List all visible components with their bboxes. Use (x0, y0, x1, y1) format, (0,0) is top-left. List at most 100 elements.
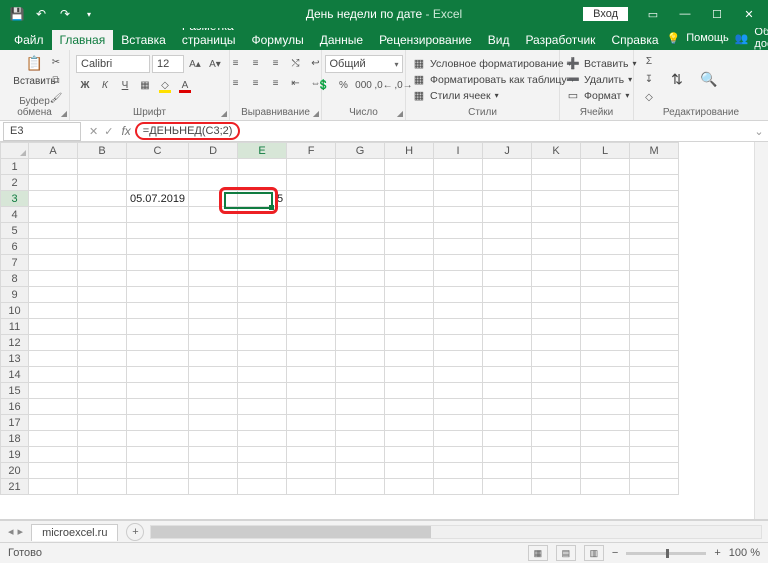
cell-G3[interactable] (336, 191, 385, 207)
row-header-14[interactable]: 14 (1, 367, 29, 383)
indent-dec-icon[interactable]: ⇤ (287, 75, 305, 91)
accounting-icon[interactable]: 💲 (315, 77, 333, 93)
cell-M7[interactable] (630, 255, 679, 271)
cell-M3[interactable] (630, 191, 679, 207)
cell-B2[interactable] (78, 175, 127, 191)
cell-C20[interactable] (127, 463, 189, 479)
column-header-M[interactable]: M (630, 143, 679, 159)
increase-decimal-icon[interactable]: ,0← (375, 77, 393, 93)
cell-L11[interactable] (581, 319, 630, 335)
format-as-table-button[interactable]: ▦Форматировать как таблицу▾ (412, 73, 575, 87)
cell-E11[interactable] (238, 319, 287, 335)
redo-icon[interactable]: ↷ (56, 5, 74, 23)
underline-icon[interactable]: Ч (116, 77, 134, 93)
cell-J14[interactable] (483, 367, 532, 383)
cell-L14[interactable] (581, 367, 630, 383)
cell-B8[interactable] (78, 271, 127, 287)
cell-L1[interactable] (581, 159, 630, 175)
cell-A20[interactable] (29, 463, 78, 479)
vertical-scrollbar[interactable] (754, 142, 768, 519)
tab-developer[interactable]: Разработчик (517, 30, 603, 50)
cell-K7[interactable] (532, 255, 581, 271)
cell-L20[interactable] (581, 463, 630, 479)
align-top-icon[interactable]: ≡ (227, 55, 245, 71)
cell-C6[interactable] (127, 239, 189, 255)
cell-J1[interactable] (483, 159, 532, 175)
cell-E15[interactable] (238, 383, 287, 399)
row-header-17[interactable]: 17 (1, 415, 29, 431)
cell-B19[interactable] (78, 447, 127, 463)
cell-G9[interactable] (336, 287, 385, 303)
cell-D5[interactable] (189, 223, 238, 239)
cell-E18[interactable] (238, 431, 287, 447)
cell-M20[interactable] (630, 463, 679, 479)
percent-icon[interactable]: % (335, 77, 353, 93)
save-icon[interactable]: 💾 (8, 5, 26, 23)
cell-A21[interactable] (29, 479, 78, 495)
row-header-11[interactable]: 11 (1, 319, 29, 335)
cell-C4[interactable] (127, 207, 189, 223)
cell-C21[interactable] (127, 479, 189, 495)
cell-L8[interactable] (581, 271, 630, 287)
cell-M13[interactable] (630, 351, 679, 367)
expand-formula-bar-icon[interactable]: ⌄ (750, 125, 768, 138)
enter-formula-icon[interactable]: ✓ (104, 125, 113, 138)
cut-icon[interactable]: ✂ (47, 54, 65, 70)
cell-B7[interactable] (78, 255, 127, 271)
cell-K13[interactable] (532, 351, 581, 367)
cell-J2[interactable] (483, 175, 532, 191)
cell-L15[interactable] (581, 383, 630, 399)
cell-E14[interactable] (238, 367, 287, 383)
cell-A9[interactable] (29, 287, 78, 303)
row-header-4[interactable]: 4 (1, 207, 29, 223)
sort-filter-button[interactable]: ⇅ (664, 69, 690, 91)
cell-M19[interactable] (630, 447, 679, 463)
undo-icon[interactable]: ↶ (32, 5, 50, 23)
cell-I9[interactable] (434, 287, 483, 303)
cell-A4[interactable] (29, 207, 78, 223)
cell-L5[interactable] (581, 223, 630, 239)
align-right-icon[interactable]: ≡ (267, 75, 285, 91)
conditional-formatting-button[interactable]: ▦Условное форматирование▾ (412, 57, 575, 71)
cell-M15[interactable] (630, 383, 679, 399)
cell-I19[interactable] (434, 447, 483, 463)
cell-D19[interactable] (189, 447, 238, 463)
cell-A1[interactable] (29, 159, 78, 175)
cell-K1[interactable] (532, 159, 581, 175)
cell-F12[interactable] (287, 335, 336, 351)
cell-B11[interactable] (78, 319, 127, 335)
cell-F4[interactable] (287, 207, 336, 223)
border-icon[interactable]: ▦ (136, 77, 154, 93)
cell-M11[interactable] (630, 319, 679, 335)
cell-A6[interactable] (29, 239, 78, 255)
tab-insert[interactable]: Вставка (113, 30, 174, 50)
spreadsheet-grid[interactable]: ABCDEFGHIJKLM12305.07.201954567891011121… (0, 142, 768, 520)
row-header-16[interactable]: 16 (1, 399, 29, 415)
cell-A2[interactable] (29, 175, 78, 191)
cell-J18[interactable] (483, 431, 532, 447)
autosum-icon[interactable]: Σ (640, 54, 658, 70)
cell-I1[interactable] (434, 159, 483, 175)
cell-B15[interactable] (78, 383, 127, 399)
tab-review[interactable]: Рецензирование (371, 30, 480, 50)
cell-K10[interactable] (532, 303, 581, 319)
delete-cells-button[interactable]: ➖Удалить▾ (566, 73, 637, 87)
new-sheet-button[interactable]: + (126, 523, 144, 541)
align-launcher-icon[interactable]: ◢ (313, 109, 319, 118)
cell-F17[interactable] (287, 415, 336, 431)
cell-M6[interactable] (630, 239, 679, 255)
tab-view[interactable]: Вид (480, 30, 518, 50)
cell-B1[interactable] (78, 159, 127, 175)
cell-I7[interactable] (434, 255, 483, 271)
cell-F2[interactable] (287, 175, 336, 191)
tab-data[interactable]: Данные (312, 30, 371, 50)
cell-B3[interactable] (78, 191, 127, 207)
cell-J19[interactable] (483, 447, 532, 463)
column-header-B[interactable]: B (78, 143, 127, 159)
horizontal-scrollbar[interactable] (150, 525, 762, 539)
zoom-level[interactable]: 100 % (729, 547, 760, 559)
page-layout-view-icon[interactable]: ▤ (556, 545, 576, 561)
cell-D13[interactable] (189, 351, 238, 367)
cell-H3[interactable] (385, 191, 434, 207)
cell-M18[interactable] (630, 431, 679, 447)
